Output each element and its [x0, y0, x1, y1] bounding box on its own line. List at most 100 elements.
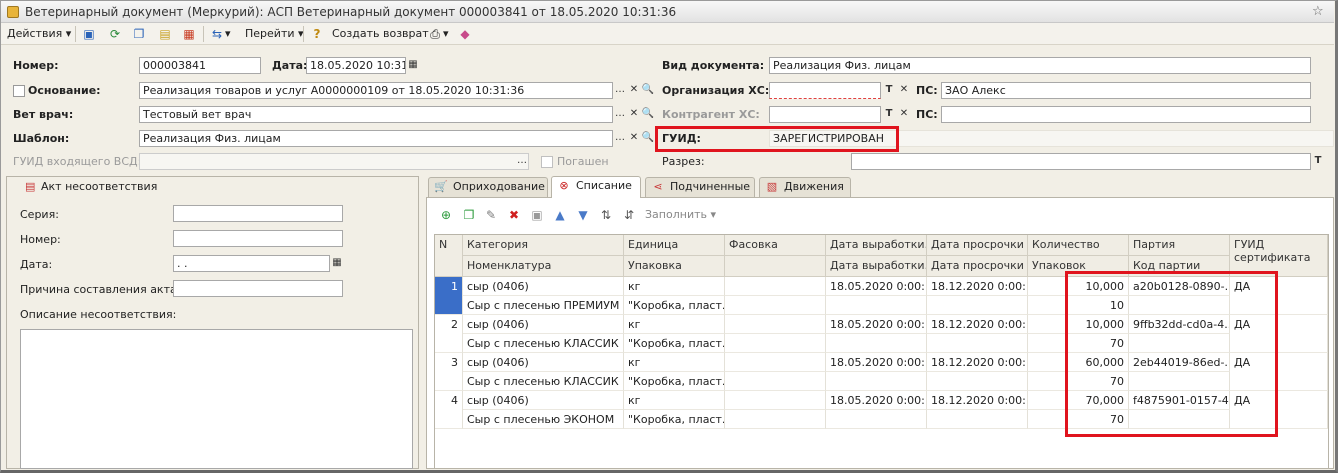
template-clear-icon[interactable]: ✕: [627, 131, 641, 146]
column-subheader[interactable]: Дата просрочки ...: [927, 256, 1028, 277]
category-cell[interactable]: сыр (0406): [463, 315, 624, 334]
column-header[interactable]: Дата просрочки: [927, 235, 1028, 256]
nomenclature-cell[interactable]: Сыр с плесенью ПРЕМИУМ: [463, 296, 624, 315]
tab-movements[interactable]: ▧ Движения: [759, 177, 851, 197]
number-field[interactable]: 000003841: [139, 57, 261, 74]
actions-menu[interactable]: Действия ▾: [7, 26, 71, 42]
column-header[interactable]: Дата выработки...: [826, 235, 927, 256]
ps-field[interactable]: ЗАО Алекс: [941, 82, 1311, 99]
packaging-cell[interactable]: [725, 277, 826, 296]
basis-select-button[interactable]: …: [613, 83, 627, 98]
packaging-cell[interactable]: [725, 296, 826, 315]
category-cell[interactable]: сыр (0406): [463, 353, 624, 372]
calendar-icon[interactable]: ▦: [406, 58, 420, 73]
mercury-icon[interactable]: ◆: [457, 26, 473, 42]
save-icon[interactable]: ▣: [81, 26, 97, 42]
counterparty-type-button[interactable]: T: [882, 107, 896, 122]
move-up-icon[interactable]: ▲: [552, 207, 568, 223]
pack-cell[interactable]: "Коробка, пласт...: [624, 296, 725, 315]
prod-date-sub-cell[interactable]: [826, 296, 927, 315]
delete-row-icon[interactable]: ✖: [506, 207, 522, 223]
permit-type-button[interactable]: T: [1311, 154, 1325, 169]
category-cell[interactable]: сыр (0406): [463, 391, 624, 410]
favorite-star-icon[interactable]: ☆: [1312, 4, 1324, 19]
vet-clear-icon[interactable]: ✕: [627, 107, 641, 122]
end-edit-icon[interactable]: ▣: [529, 207, 545, 223]
prod-date-cell[interactable]: 18.05.2020 0:00:...: [826, 315, 927, 334]
print-icon[interactable]: ⎙: [427, 26, 443, 42]
row-number[interactable]: 2: [435, 315, 463, 353]
column-header[interactable]: Количество: [1028, 235, 1129, 256]
basis-checkbox[interactable]: [13, 85, 25, 97]
nomenclature-cell[interactable]: Сыр с плесенью ЭКОНОМ: [463, 410, 624, 429]
exp-date-cell[interactable]: 18.12.2020 0:00:...: [927, 391, 1028, 410]
pack-cell[interactable]: "Коробка, пласт...: [624, 334, 725, 353]
exp-date-cell[interactable]: 18.12.2020 0:00:...: [927, 277, 1028, 296]
prod-date-cell[interactable]: 18.05.2020 0:00:...: [826, 353, 927, 372]
column-header[interactable]: Партия: [1129, 235, 1230, 256]
column-subheader[interactable]: Упаковка: [624, 256, 725, 277]
sort-desc-icon[interactable]: ⇵: [621, 207, 637, 223]
vet-open-icon[interactable]: 🔍: [641, 107, 655, 122]
counterparty-clear-icon[interactable]: ✕: [897, 107, 911, 122]
prod-date-cell[interactable]: 18.05.2020 0:00:...: [826, 391, 927, 410]
act-series-field[interactable]: [173, 205, 343, 222]
tab-writeoff[interactable]: ⊗ Списание: [551, 176, 641, 198]
nomenclature-cell[interactable]: Сыр с плесенью КЛАССИК: [463, 334, 624, 353]
category-cell[interactable]: сыр (0406): [463, 277, 624, 296]
create-return-button[interactable]: Создать возврат: [332, 26, 429, 42]
packaging-cell[interactable]: [725, 372, 826, 391]
org-clear-icon[interactable]: ✕: [897, 83, 911, 98]
edit-row-icon[interactable]: ✎: [483, 207, 499, 223]
org-type-button[interactable]: T: [882, 83, 896, 98]
structure-icon[interactable]: ⇆: [209, 26, 225, 42]
template-open-icon[interactable]: 🔍: [641, 131, 655, 146]
prod-date-sub-cell[interactable]: [826, 372, 927, 391]
unit-cell[interactable]: кг: [624, 353, 725, 372]
unit-cell[interactable]: кг: [624, 391, 725, 410]
column-header-n[interactable]: N: [435, 235, 463, 277]
unit-cell[interactable]: кг: [624, 315, 725, 334]
packaging-cell[interactable]: [725, 315, 826, 334]
copy-row-icon[interactable]: ❐: [461, 207, 477, 223]
exp-date-cell[interactable]: 18.12.2020 0:00:...: [927, 315, 1028, 334]
structure-dropdown[interactable]: ▾: [225, 26, 231, 42]
prod-date-cell[interactable]: 18.05.2020 0:00:...: [826, 277, 927, 296]
exp-date-sub-cell[interactable]: [927, 296, 1028, 315]
prod-date-sub-cell[interactable]: [826, 410, 927, 429]
column-header[interactable]: Единица: [624, 235, 725, 256]
basis-field[interactable]: Реализация товаров и услуг А0000000109 о…: [139, 82, 613, 99]
copy-icon[interactable]: ❐: [131, 26, 147, 42]
pack-cell[interactable]: "Коробка, пласт...: [624, 410, 725, 429]
act-reason-field[interactable]: [173, 280, 343, 297]
row-number[interactable]: 1: [435, 277, 463, 315]
exp-date-cell[interactable]: 18.12.2020 0:00:...: [927, 353, 1028, 372]
act-calendar-icon[interactable]: ▦: [330, 256, 344, 271]
org-field[interactable]: [769, 82, 881, 99]
prod-date-sub-cell[interactable]: [826, 334, 927, 353]
row-number[interactable]: 3: [435, 353, 463, 391]
packaging-cell[interactable]: [725, 334, 826, 353]
permit-field[interactable]: [851, 153, 1311, 170]
row-number[interactable]: 4: [435, 391, 463, 429]
counterparty-field[interactable]: [769, 106, 881, 123]
packaging-cell[interactable]: [725, 353, 826, 372]
exp-date-sub-cell[interactable]: [927, 410, 1028, 429]
column-header[interactable]: Категория: [463, 235, 624, 256]
vet-select-button[interactable]: …: [613, 107, 627, 122]
help-icon[interactable]: ?: [309, 26, 325, 42]
act-number-field[interactable]: [173, 230, 343, 247]
date-field[interactable]: 18.05.2020 10:31:36: [306, 57, 406, 74]
unpost-icon[interactable]: ▦: [181, 26, 197, 42]
template-select-button[interactable]: …: [613, 131, 627, 146]
ps2-field[interactable]: [941, 106, 1311, 123]
act-date-field[interactable]: . .: [173, 255, 330, 272]
print-dropdown[interactable]: ▾: [443, 26, 449, 42]
act-desc-textarea[interactable]: [20, 329, 413, 469]
column-subheader[interactable]: Номенклатура: [463, 256, 624, 277]
column-subheader[interactable]: Дата выработки...: [826, 256, 927, 277]
basis-open-icon[interactable]: 🔍: [641, 83, 655, 98]
pack-cell[interactable]: "Коробка, пласт...: [624, 372, 725, 391]
refresh-icon[interactable]: ⟳: [107, 26, 123, 42]
tab-subordinates[interactable]: ⋖ Подчиненные: [645, 177, 755, 197]
